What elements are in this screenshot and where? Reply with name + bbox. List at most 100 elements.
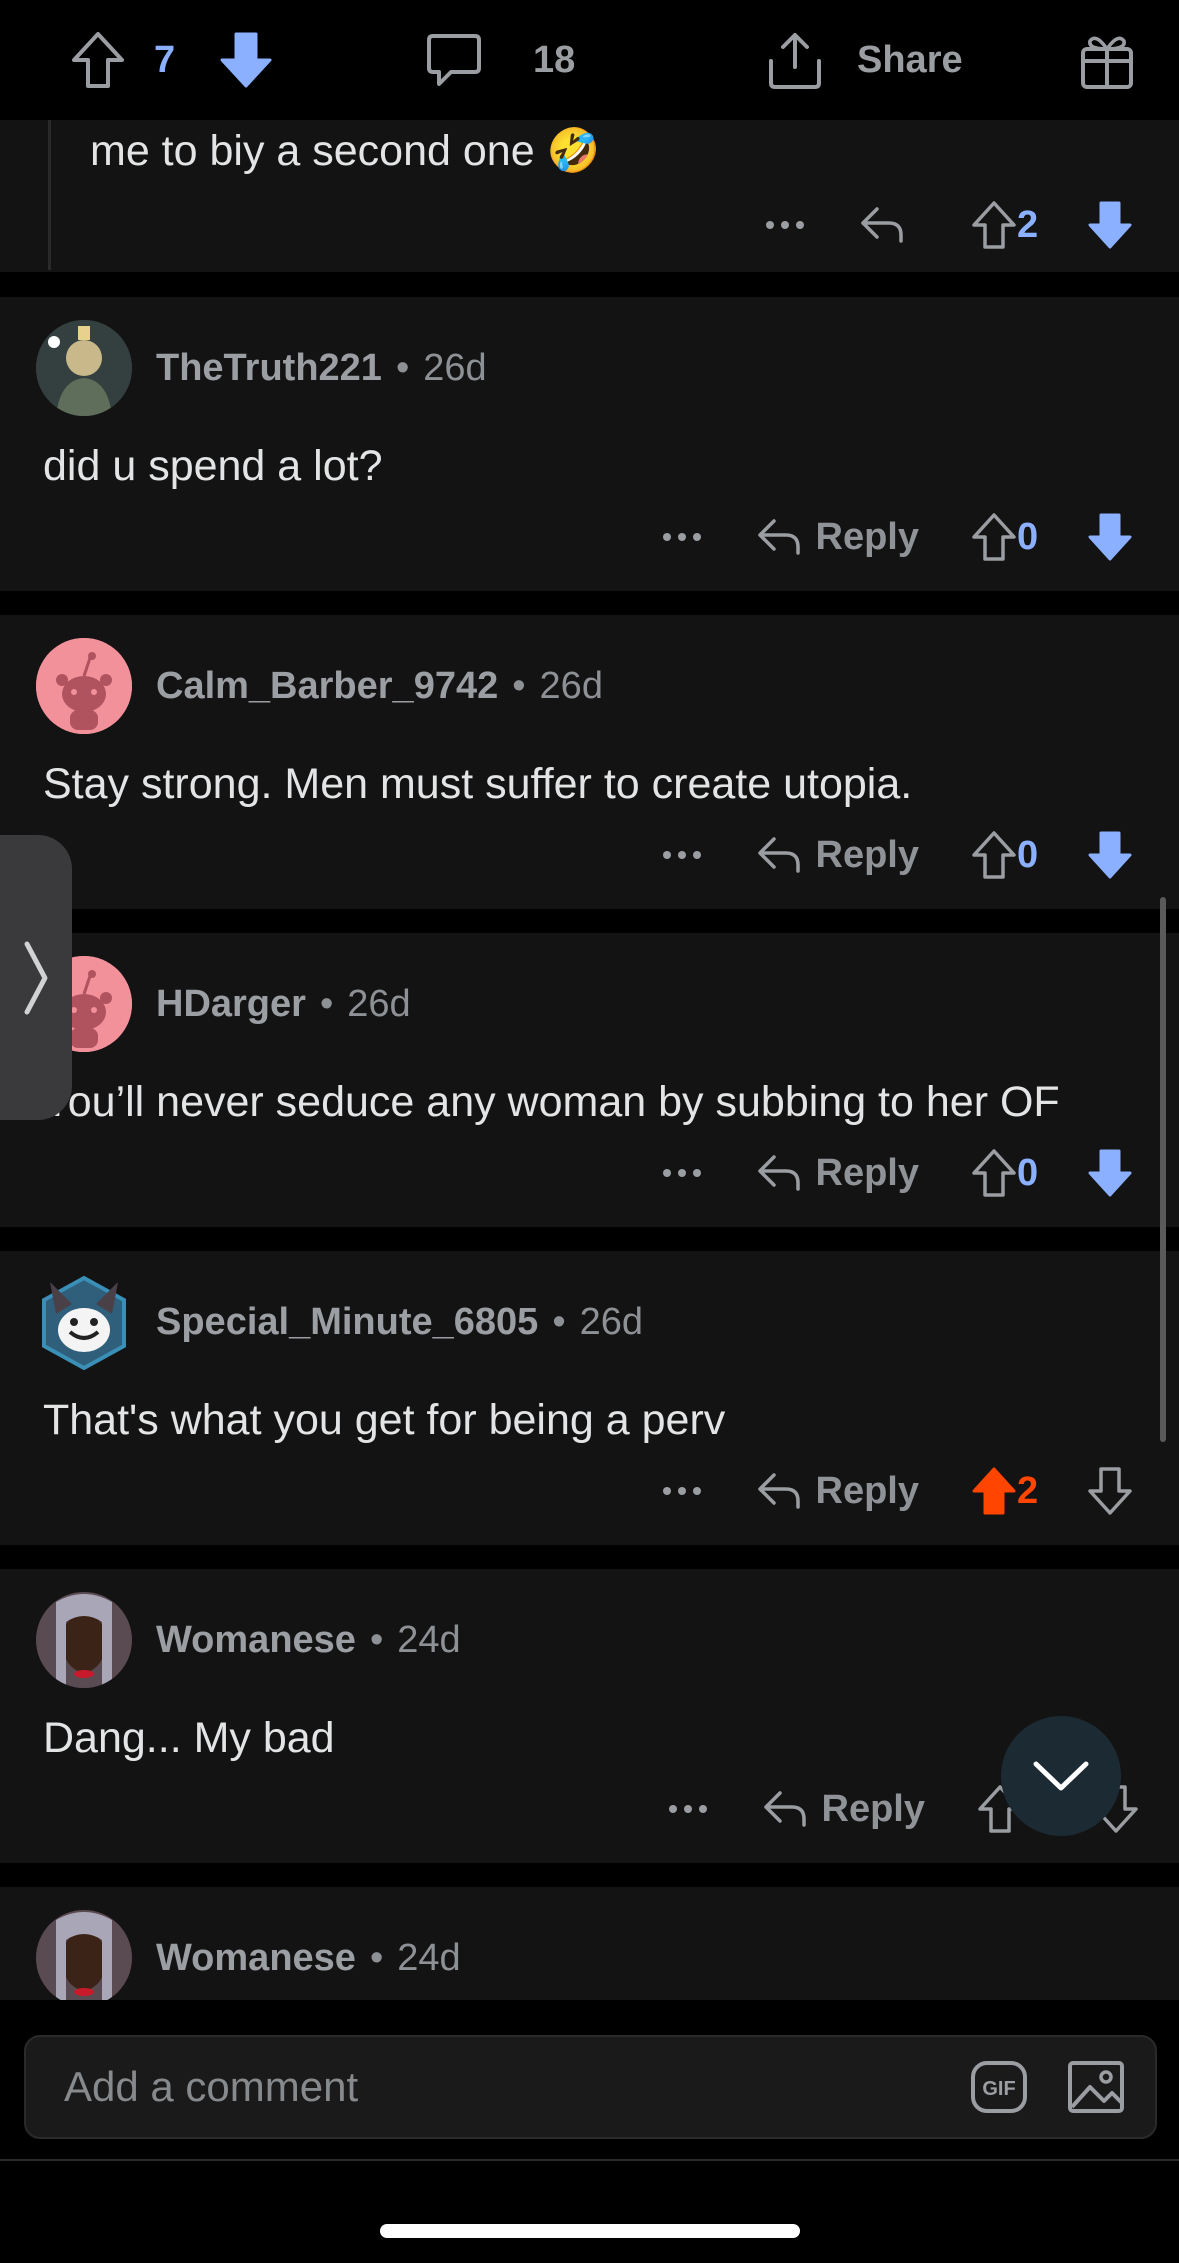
- vote-count: 2: [1017, 203, 1039, 246]
- upvote-button[interactable]: [971, 512, 1017, 562]
- comment-age: 26d: [347, 982, 411, 1025]
- reply-arrow-icon: [757, 519, 800, 555]
- comment-actions: Reply 0: [662, 502, 1133, 572]
- comment-meta: Womanese • 24d: [156, 1592, 461, 1688]
- gift-icon: [1081, 36, 1133, 89]
- divider: [0, 2159, 1179, 2161]
- post-share-button[interactable]: Share: [765, 24, 963, 96]
- comment-actions: Reply 0: [662, 1138, 1133, 1208]
- downvote-button[interactable]: [1087, 1148, 1133, 1198]
- separator-dot: •: [369, 1936, 384, 1979]
- separator-dot: •: [369, 1618, 384, 1661]
- reply-button[interactable]: Reply: [762, 1788, 925, 1831]
- post-vote-count: 7: [154, 38, 176, 81]
- comment-meta: Womanese • 24d: [156, 1910, 461, 2000]
- avatar-photo: [36, 1592, 132, 1688]
- username[interactable]: Calm_Barber_9742: [156, 665, 498, 708]
- downvote-filled-icon: [1088, 831, 1132, 879]
- comment-composer-bar: Add a comment GIF: [0, 2000, 1179, 2263]
- comment-meta: TheTruth221 • 26d: [156, 320, 487, 416]
- comment-feed: 7 18 Share me to biy a second one 🤣 2 Th…: [0, 0, 1179, 2263]
- avatar[interactable]: [36, 1592, 132, 1688]
- gif-label: GIF: [982, 2078, 1015, 2100]
- comment-card: Womanese • 24d: [0, 1887, 1179, 2000]
- more-options-button[interactable]: [662, 532, 702, 542]
- reply-button[interactable]: Reply: [756, 516, 919, 559]
- share-label: Share: [857, 38, 963, 81]
- avatar[interactable]: [36, 638, 132, 734]
- upvote-outline-icon: [972, 513, 1016, 561]
- downvote-filled-icon: [1088, 1149, 1132, 1197]
- upvote-outline-icon: [972, 1149, 1016, 1197]
- username[interactable]: HDarger: [156, 983, 306, 1026]
- reply-button[interactable]: Reply: [756, 834, 919, 877]
- separator-dot: •: [552, 1300, 566, 1343]
- image-upload-button[interactable]: [1066, 2057, 1126, 2117]
- upvote-outline-icon: [72, 32, 124, 88]
- downvote-filled-icon: [1088, 201, 1132, 249]
- upvote-button[interactable]: [971, 1148, 1017, 1198]
- upvote-button[interactable]: [971, 200, 1017, 250]
- comment-meta: HDarger • 26d: [156, 956, 411, 1052]
- username[interactable]: Womanese: [156, 1619, 356, 1662]
- post-action-bar: 7 18 Share: [0, 0, 1179, 120]
- username[interactable]: Womanese: [156, 1937, 356, 1980]
- comment-card: me to biy a second one 🤣 2: [0, 120, 1179, 272]
- side-drawer-tab[interactable]: [0, 835, 72, 1120]
- comment-actions: Reply 2: [662, 1456, 1133, 1526]
- comment-age: 26d: [539, 664, 603, 707]
- reply-label: Reply: [815, 1151, 919, 1194]
- gif-button[interactable]: GIF: [969, 2057, 1029, 2117]
- upvote-button[interactable]: [971, 830, 1017, 880]
- downvote-filled-icon: [1088, 513, 1132, 561]
- next-comment-button[interactable]: [1001, 1716, 1121, 1836]
- more-options-button[interactable]: [662, 850, 702, 860]
- downvote-button[interactable]: [1087, 830, 1133, 880]
- downvote-button[interactable]: [1087, 200, 1133, 250]
- comment-input[interactable]: Add a comment GIF: [24, 2035, 1157, 2139]
- more-options-button[interactable]: [662, 1168, 702, 1178]
- home-indicator[interactable]: [380, 2224, 800, 2238]
- username[interactable]: TheTruth221: [156, 347, 382, 390]
- upvote-button[interactable]: [971, 1466, 1017, 1516]
- downvote-button[interactable]: [1087, 512, 1133, 562]
- reply-button[interactable]: Reply: [756, 1470, 919, 1513]
- comment-age: 26d: [423, 346, 487, 389]
- reply-label: Reply: [815, 515, 919, 558]
- reply-label: Reply: [815, 833, 919, 876]
- comment-card: Womanese • 24d Dang... My bad Reply: [0, 1569, 1179, 1863]
- avatar[interactable]: [36, 320, 132, 416]
- separator-dot: •: [395, 346, 410, 389]
- more-options-button[interactable]: [765, 220, 805, 230]
- post-downvote-button[interactable]: [218, 24, 274, 96]
- username[interactable]: Special_Minute_6805: [156, 1301, 538, 1344]
- upvote-outline-icon: [972, 201, 1016, 249]
- more-dots-icon: [662, 1487, 701, 1495]
- comment-actions: Reply 0: [662, 820, 1133, 890]
- vote-count: 0: [1017, 833, 1039, 876]
- avatar[interactable]: [36, 1910, 132, 2000]
- post-award-button[interactable]: [1078, 24, 1136, 96]
- reply-arrow-icon: [757, 1155, 800, 1191]
- avatar-image: [36, 320, 132, 416]
- upvote-outline-icon: [972, 831, 1016, 879]
- comment-card: HDarger • 26d You’ll never seduce any wo…: [0, 933, 1179, 1227]
- scrollbar[interactable]: [1160, 897, 1166, 1442]
- post-upvote-button[interactable]: 7: [70, 24, 175, 96]
- image-icon: [1068, 2061, 1124, 2113]
- reply-button[interactable]: [859, 205, 919, 245]
- vote-count: 2: [1017, 1469, 1039, 1512]
- reply-arrow-icon: [763, 1791, 806, 1827]
- comment-bubble-icon: [427, 34, 481, 86]
- comment-body: Stay strong. Men must suffer to create u…: [43, 760, 913, 808]
- post-comments-button[interactable]: 18: [425, 24, 575, 96]
- comment-age: 26d: [579, 1300, 644, 1343]
- comment-card: TheTruth221 • 26d did u spend a lot? Rep…: [0, 297, 1179, 591]
- more-options-button[interactable]: [668, 1804, 708, 1814]
- avatar[interactable]: [36, 1274, 132, 1370]
- downvote-button[interactable]: [1087, 1466, 1133, 1516]
- more-options-button[interactable]: [662, 1486, 702, 1496]
- reply-button[interactable]: Reply: [756, 1152, 919, 1195]
- more-dots-icon: [662, 1169, 701, 1177]
- comment-age: 24d: [397, 1936, 461, 1979]
